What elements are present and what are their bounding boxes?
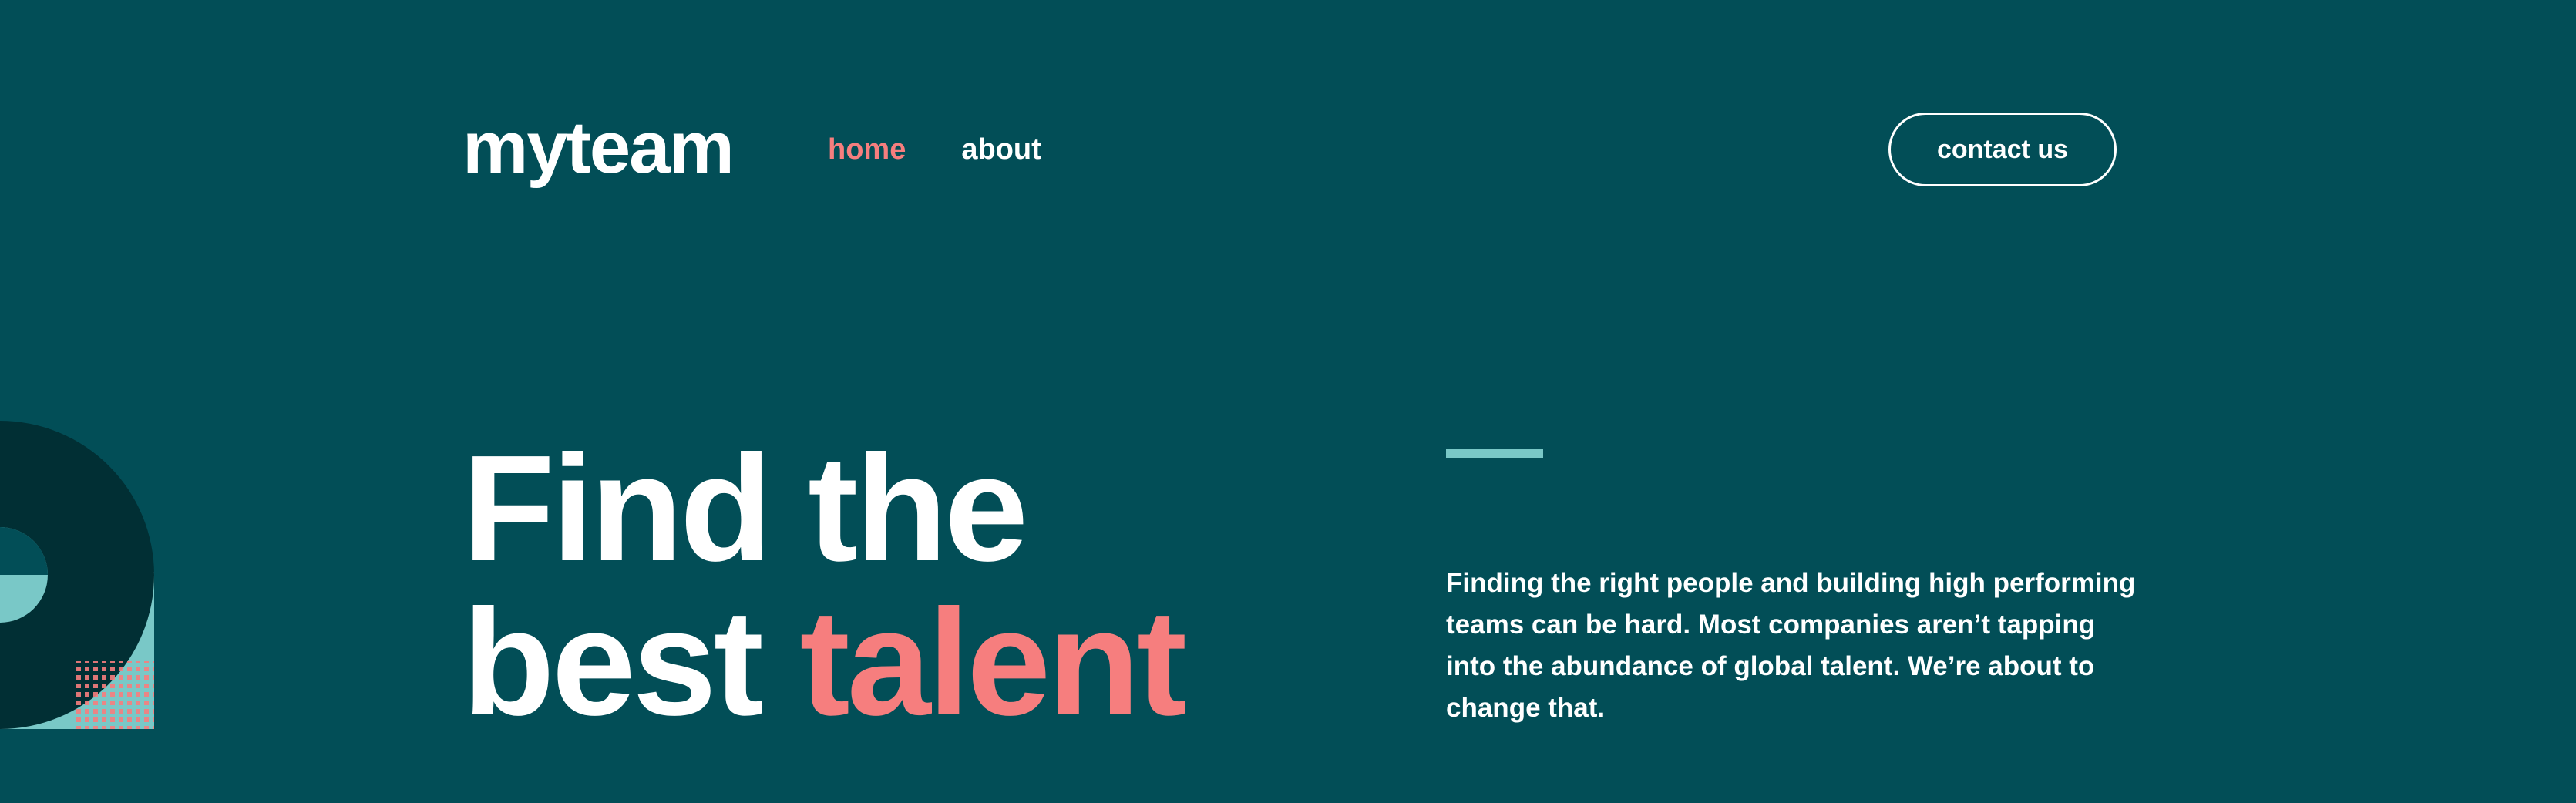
hero-title-line2-plain: best <box>462 578 764 747</box>
main-nav: home about <box>828 133 1041 166</box>
circle-pattern-decoration-icon <box>0 421 154 729</box>
contact-us-button[interactable]: contact us <box>1888 113 2117 186</box>
hero-description: Finding the right people and building hi… <box>1446 568 2136 723</box>
hero-accent-divider <box>1446 449 1543 458</box>
nav-item-about[interactable]: about <box>961 133 1041 166</box>
nav-item-home[interactable]: home <box>828 133 906 166</box>
hero-title-line1: Find the <box>462 424 1028 593</box>
hero-title: Find the best talent <box>462 432 1187 740</box>
site-header: myteam home about contact us <box>462 109 2117 186</box>
logo[interactable]: myteam <box>462 111 735 185</box>
hero-title-accent: talent <box>799 578 1187 747</box>
